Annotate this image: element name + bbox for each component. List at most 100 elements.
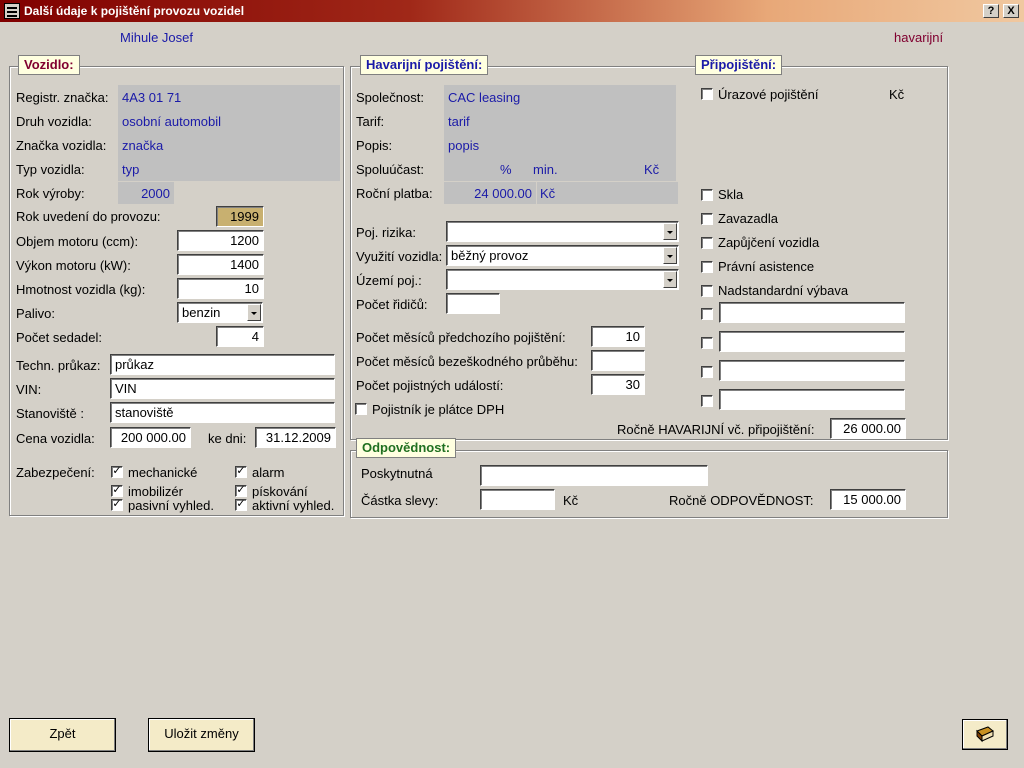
platba-value: 24 000.00 <box>474 186 532 201</box>
stanoviste-input[interactable]: stanoviště <box>110 402 335 423</box>
urazove-kc: Kč <box>889 87 905 102</box>
rizika-dropdown-icon[interactable] <box>663 223 677 240</box>
pravni-asistence-label: Právní asistence <box>718 259 815 274</box>
zpet-button[interactable]: Zpět <box>9 718 116 752</box>
book-icon <box>976 726 994 743</box>
extra-input-1[interactable] <box>719 302 905 323</box>
spoluucast-pct: % <box>500 162 512 177</box>
sedadla-input[interactable]: 4 <box>216 326 264 347</box>
regznacka-value: 4A3 01 71 <box>122 90 182 105</box>
pasivni-vyhled-checkbox[interactable]: ✓ <box>111 499 123 511</box>
alarm-label: alarm <box>252 465 285 480</box>
rizika-select[interactable] <box>446 221 679 242</box>
ulozit-zmeny-button[interactable]: Uložit změny <box>148 718 255 752</box>
uzemi-select[interactable] <box>446 269 679 290</box>
kedni-input[interactable]: 31.12.2009 <box>255 427 336 448</box>
mechanicke-label: mechanické <box>128 465 198 480</box>
mechanicke-checkbox[interactable]: ✓ <box>111 466 123 478</box>
system-menu-icon[interactable] <box>4 3 20 19</box>
urazove-label: Úrazové pojištění <box>718 87 819 102</box>
mesice-bez-label: Počet měsíců bezeškodného průběhu: <box>356 354 578 369</box>
window-title: Další údaje k pojištění provozu vozidel <box>24 4 245 18</box>
hmotnost-input[interactable]: 10 <box>177 278 264 299</box>
piskovani-label: pískování <box>252 484 308 499</box>
vyuziti-dropdown-icon[interactable] <box>663 247 677 264</box>
extra-input-3[interactable] <box>719 360 905 381</box>
dph-checkbox[interactable] <box>355 403 367 415</box>
extra-checkbox-4[interactable] <box>701 395 713 407</box>
urazove-checkbox[interactable] <box>701 88 713 100</box>
imobilizer-checkbox[interactable]: ✓ <box>111 485 123 497</box>
palivo-label: Palivo: <box>16 306 56 321</box>
mesice-bez-input[interactable] <box>591 350 645 371</box>
rocne-havarijni-input[interactable]: 26 000.00 <box>830 418 906 439</box>
odpovednost-group-title: Odpovědnost: <box>356 438 457 458</box>
vyuziti-select[interactable]: běžný provoz <box>446 245 679 266</box>
regznacka-label: Registr. značka: <box>16 90 109 105</box>
extra-checkbox-2[interactable] <box>701 337 713 349</box>
uzemi-dropdown-icon[interactable] <box>663 271 677 288</box>
aktivni-vyhled-checkbox[interactable]: ✓ <box>235 499 247 511</box>
extra-input-2[interactable] <box>719 331 905 352</box>
ridici-input[interactable] <box>446 293 500 314</box>
popis-label: Popis: <box>356 138 393 153</box>
vyuziti-value: běžný provoz <box>451 248 529 263</box>
piskovani-checkbox[interactable]: ✓ <box>235 485 247 497</box>
sleva-input[interactable] <box>480 489 555 510</box>
pripojisteni-group-title: Připojištění: <box>695 55 783 75</box>
rocne-odpovednost-label: Ročně ODPOVĚDNOST: <box>669 493 814 508</box>
prukaz-input[interactable]: průkaz <box>110 354 335 375</box>
help-button[interactable]: ? <box>983 4 999 18</box>
zavazadla-checkbox[interactable] <box>701 213 713 225</box>
alarm-checkbox[interactable]: ✓ <box>235 466 247 478</box>
window-titlebar[interactable]: Další údaje k pojištění provozu vozidel … <box>0 0 1024 22</box>
vin-input[interactable]: VIN <box>110 378 335 399</box>
rocne-havarijni-label: Ročně HAVARIJNÍ vč. připojištění: <box>617 422 815 437</box>
extra-checkbox-3[interactable] <box>701 366 713 378</box>
dph-label: Pojistník je plátce DPH <box>372 402 505 417</box>
spolecnost-label: Společnost: <box>356 90 424 105</box>
skla-checkbox[interactable] <box>701 189 713 201</box>
rocne-odpovednost-input[interactable]: 15 000.00 <box>830 489 906 510</box>
rok-vyroby-value: 2000 <box>141 186 170 201</box>
rizika-label: Poj. rizika: <box>356 225 416 240</box>
mesice-pred-label: Počet měsíců předchozího pojištění: <box>356 330 566 345</box>
vozidlo-group-title: Vozidlo: <box>18 55 80 75</box>
insurance-type: havarijní <box>894 30 944 45</box>
poskytnutna-input[interactable] <box>480 465 708 486</box>
extra-checkbox-1[interactable] <box>701 308 713 320</box>
pravni-asistence-checkbox[interactable] <box>701 261 713 273</box>
pasivni-vyhled-label: pasivní vyhled. <box>128 498 214 513</box>
palivo-dropdown-icon[interactable] <box>247 304 261 321</box>
mesice-pred-input[interactable]: 10 <box>591 326 645 347</box>
havarijni-group-title: Havarijní pojištění: <box>360 55 489 75</box>
ridici-label: Počet řidičů: <box>356 297 428 312</box>
vykon-label: Výkon motoru (kW): <box>16 258 131 273</box>
objem-input[interactable]: 1200 <box>177 230 264 251</box>
poskytnutna-label: Poskytnutná <box>361 466 433 481</box>
spoluucast-kc: Kč <box>644 162 660 177</box>
spoluucast-label: Spoluúčast: <box>356 162 424 177</box>
extra-input-4[interactable] <box>719 389 905 410</box>
nadstandardni-vybava-checkbox[interactable] <box>701 285 713 297</box>
sedadla-label: Počet sedadel: <box>16 330 103 345</box>
uzemi-label: Území poj.: <box>356 273 422 288</box>
hmotnost-label: Hmotnost vozidla (kg): <box>16 282 146 297</box>
help-book-button[interactable] <box>962 719 1008 750</box>
udalosti-input[interactable]: 30 <box>591 374 645 395</box>
rok-uvedeni-input[interactable]: 1999 <box>216 206 264 227</box>
platba-currency-field <box>537 182 678 204</box>
sleva-label: Částka slevy: <box>361 493 439 508</box>
cena-label: Cena vozidla: <box>16 431 95 446</box>
typ-label: Typ vozidla: <box>16 162 85 177</box>
zapujceni-checkbox[interactable] <box>701 237 713 249</box>
close-button[interactable]: X <box>1003 4 1019 18</box>
rok-uvedeni-label: Rok uvedení do provozu: <box>16 209 161 224</box>
objem-label: Objem motoru (ccm): <box>16 234 139 249</box>
vykon-input[interactable]: 1400 <box>177 254 264 275</box>
typ-value: typ <box>122 162 140 177</box>
znacka-value: značka <box>122 138 164 153</box>
druh-label: Druh vozidla: <box>16 114 92 129</box>
cena-input[interactable]: 200 000.00 <box>110 427 191 448</box>
palivo-select[interactable]: benzin <box>177 302 263 323</box>
